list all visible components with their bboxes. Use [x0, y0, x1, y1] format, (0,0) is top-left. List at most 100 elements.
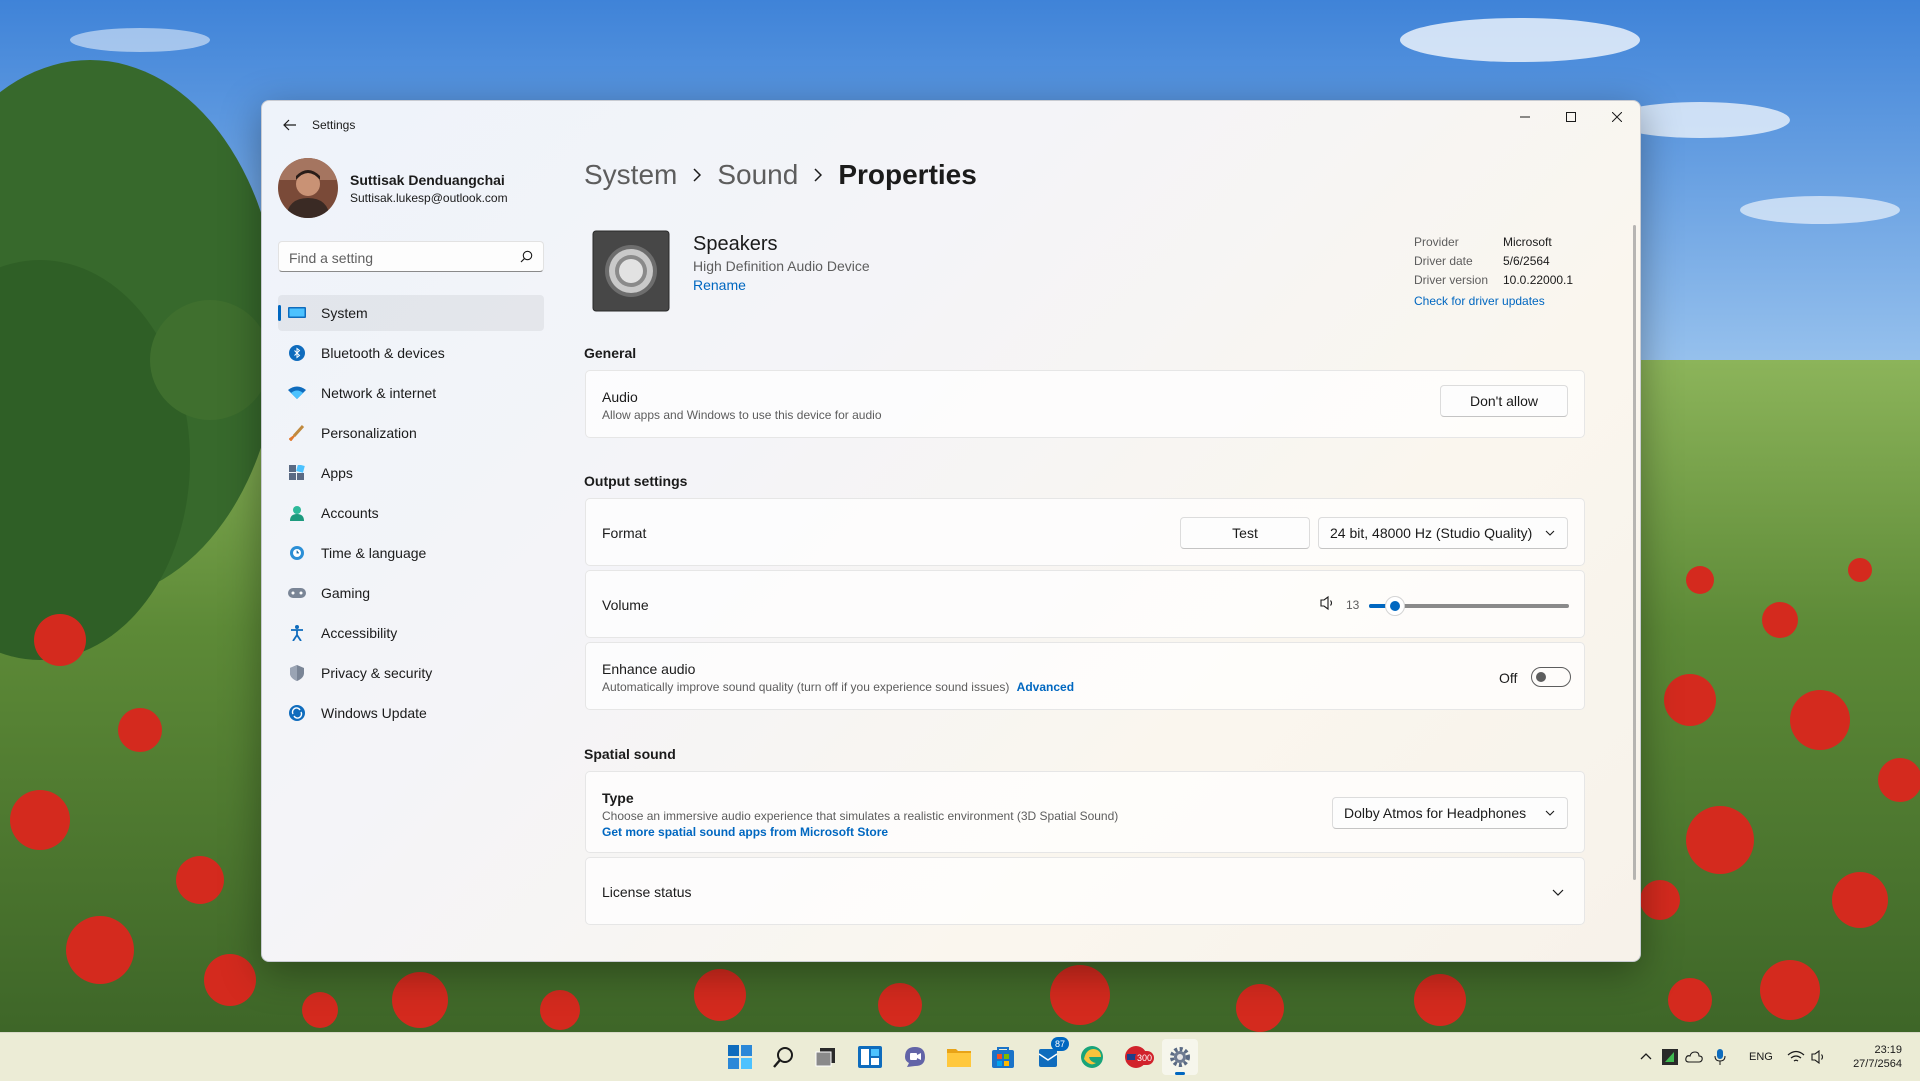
- driver-date-label: Driver date: [1414, 254, 1473, 268]
- back-arrow-icon: [283, 119, 296, 131]
- task-view-button[interactable]: [808, 1039, 844, 1075]
- driver-info: Provider Microsoft Driver date 5/6/2564 …: [1414, 235, 1573, 308]
- sidebar-item-label: Privacy & security: [321, 665, 433, 681]
- widgets-button[interactable]: [852, 1039, 888, 1075]
- chat-button[interactable]: [897, 1039, 933, 1075]
- enhance-audio-subtitle-line: Automatically improve sound quality (tur…: [602, 680, 1074, 694]
- store-button[interactable]: [985, 1039, 1021, 1075]
- spatial-type-subtitle: Choose an immersive audio experience tha…: [602, 809, 1119, 823]
- advanced-link[interactable]: Advanced: [1017, 680, 1074, 694]
- mail-badge: 87: [1051, 1037, 1069, 1051]
- tray-app-button[interactable]: [1660, 1047, 1680, 1067]
- spatial-type-dropdown[interactable]: Dolby Atmos for Headphones: [1332, 797, 1568, 829]
- bluetooth-icon: [288, 344, 306, 362]
- maximize-button[interactable]: [1548, 101, 1594, 133]
- audio-title: Audio: [602, 389, 638, 405]
- folder-icon: [947, 1049, 971, 1067]
- accounts-icon: [288, 504, 306, 522]
- shield-icon: [288, 664, 306, 682]
- system-icon: [288, 304, 306, 322]
- close-button[interactable]: [1594, 101, 1640, 133]
- format-card: Format Test 24 bit, 48000 Hz (Studio Qua…: [585, 498, 1585, 566]
- search-icon[interactable]: [520, 250, 533, 263]
- tray-app-icon: [1662, 1049, 1678, 1065]
- sidebar-item-label: Bluetooth & devices: [321, 345, 445, 361]
- start-button[interactable]: [722, 1039, 758, 1075]
- sidebar-item-personalization[interactable]: Personalization: [278, 415, 544, 451]
- input-language[interactable]: ENG: [1749, 1051, 1773, 1063]
- settings-window: Settings Suttisak Denduangchai Suttisak.…: [261, 100, 1641, 962]
- back-button[interactable]: [276, 113, 304, 137]
- sidebar-item-gaming[interactable]: Gaming: [278, 575, 544, 611]
- audio-subtitle: Allow apps and Windows to use this devic…: [602, 408, 882, 422]
- enhance-audio-toggle[interactable]: [1531, 667, 1571, 687]
- show-hidden-icons-button[interactable]: [1636, 1047, 1656, 1067]
- minimize-button[interactable]: [1502, 101, 1548, 133]
- chevron-up-icon: [1640, 1053, 1652, 1060]
- driver-date-value: 5/6/2564: [1503, 254, 1550, 268]
- spatial-type-selected-value: Dolby Atmos for Headphones: [1344, 805, 1527, 821]
- sidebar-item-accounts[interactable]: Accounts: [278, 495, 544, 531]
- section-general-title: General: [584, 345, 637, 361]
- test-button[interactable]: Test: [1180, 517, 1310, 549]
- format-selected-value: 24 bit, 48000 Hz (Studio Quality): [1330, 525, 1533, 541]
- speaker-volume-icon[interactable]: [1320, 595, 1336, 611]
- sidebar-item-privacy[interactable]: Privacy & security: [278, 655, 544, 691]
- taskbar-clock[interactable]: 23:19 27/7/2564: [1853, 1043, 1902, 1071]
- globe-clock-icon: [288, 544, 306, 562]
- mail-button[interactable]: 87: [1030, 1037, 1069, 1075]
- format-label: Format: [602, 525, 647, 541]
- scrollbar[interactable]: [1633, 225, 1636, 880]
- sidebar-item-windows-update[interactable]: Windows Update: [278, 695, 544, 731]
- rename-link[interactable]: Rename: [693, 277, 746, 293]
- app-title: Settings: [312, 118, 356, 132]
- format-dropdown[interactable]: 24 bit, 48000 Hz (Studio Quality): [1318, 517, 1568, 549]
- taskbar-search-button[interactable]: [766, 1039, 802, 1075]
- microphone-button[interactable]: [1710, 1047, 1730, 1067]
- user-profile[interactable]: Suttisak Denduangchai Suttisak.lukesp@ou…: [278, 158, 548, 218]
- volume-slider-thumb[interactable]: [1385, 596, 1405, 616]
- search-input[interactable]: [287, 247, 511, 269]
- volume-card: Volume 13: [585, 570, 1585, 638]
- driver-updates-link[interactable]: Check for driver updates: [1414, 294, 1573, 308]
- avatar[interactable]: [278, 158, 338, 218]
- breadcrumb: System Sound Properties: [584, 159, 977, 191]
- sidebar-item-time-language[interactable]: Time & language: [278, 535, 544, 571]
- chevron-down-icon: [1545, 530, 1555, 536]
- sidebar-item-label: Gaming: [321, 585, 371, 601]
- search-box[interactable]: [278, 241, 544, 272]
- sidebar-item-apps[interactable]: Apps: [278, 455, 544, 491]
- page-title: Properties: [838, 159, 977, 190]
- volume-button[interactable]: [1809, 1047, 1829, 1067]
- update-icon: [288, 704, 306, 722]
- dont-allow-button[interactable]: Don't allow: [1440, 385, 1568, 417]
- onedrive-button[interactable]: [1684, 1047, 1704, 1067]
- volume-slider[interactable]: [1369, 595, 1569, 617]
- user-name: Suttisak Denduangchai: [350, 172, 505, 188]
- spatial-type-title: Type: [602, 790, 634, 806]
- file-explorer-button[interactable]: [941, 1039, 977, 1075]
- microphone-icon: [1714, 1049, 1726, 1065]
- network-button[interactable]: [1786, 1047, 1806, 1067]
- title-bar[interactable]: Settings: [262, 101, 1640, 149]
- sidebar-item-bluetooth[interactable]: Bluetooth & devices: [278, 335, 544, 371]
- wifi-icon: [1787, 1050, 1805, 1062]
- store-link[interactable]: Get more spatial sound apps from Microso…: [602, 825, 888, 839]
- driver-provider-value: Microsoft: [1503, 235, 1552, 249]
- edge-canary-button[interactable]: [1074, 1039, 1110, 1075]
- license-status-card[interactable]: License status: [585, 857, 1585, 925]
- sidebar-item-accessibility[interactable]: Accessibility: [278, 615, 544, 651]
- driver-version-label: Driver version: [1414, 273, 1489, 287]
- red-app-button[interactable]: 300: [1118, 1039, 1154, 1075]
- chevron-right-icon: [693, 168, 702, 182]
- device-description: High Definition Audio Device: [693, 258, 870, 274]
- sidebar-item-system[interactable]: System: [278, 295, 544, 331]
- breadcrumb-sound[interactable]: Sound: [717, 159, 798, 191]
- sidebar-item-label: Windows Update: [321, 705, 427, 721]
- sidebar-item-network[interactable]: Network & internet: [278, 375, 544, 411]
- settings-taskbar-button[interactable]: [1162, 1039, 1198, 1075]
- maximize-icon: [1566, 112, 1576, 122]
- section-spatial-title: Spatial sound: [584, 746, 676, 762]
- chevron-down-icon[interactable]: [1552, 886, 1564, 898]
- breadcrumb-system[interactable]: System: [584, 159, 677, 191]
